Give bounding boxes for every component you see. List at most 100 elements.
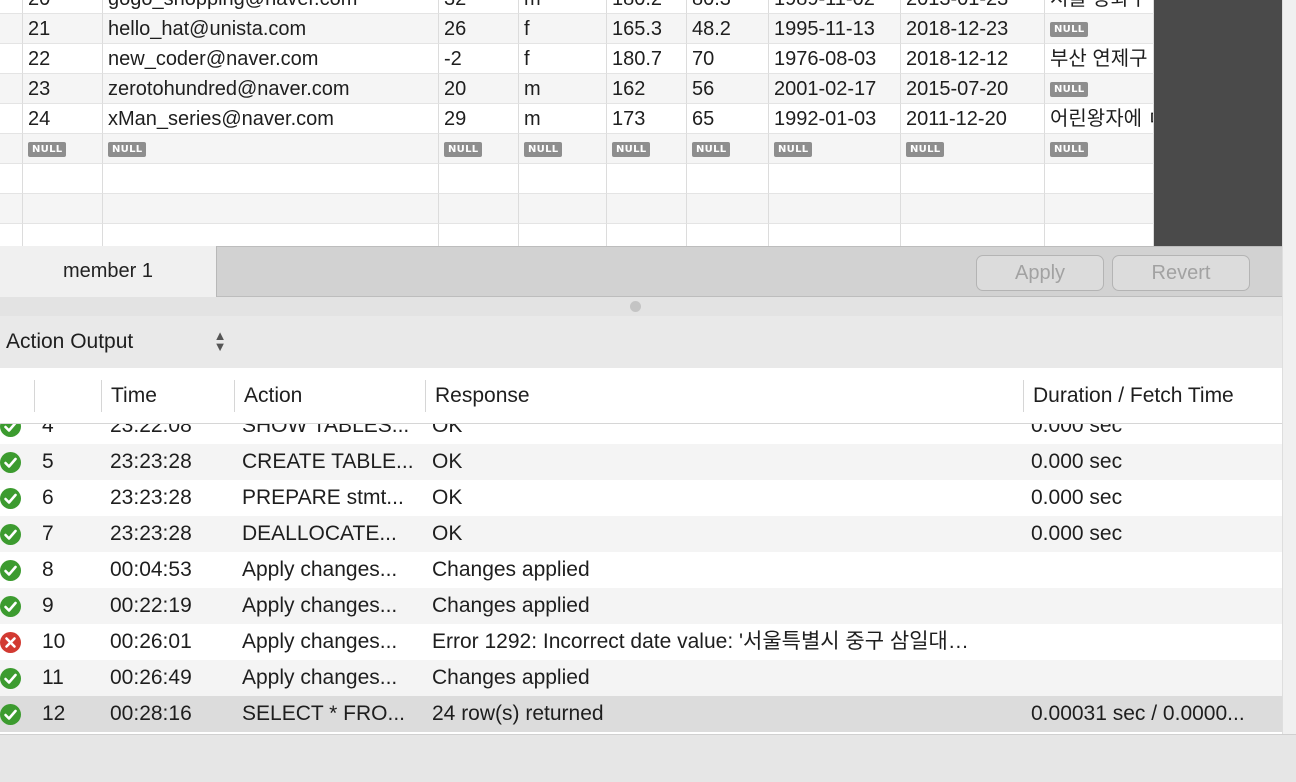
- grid-row[interactable]: [0, 194, 1282, 224]
- grid-cell-address[interactable]: 서울 광화구: [1045, 0, 1154, 14]
- grid-cell-age[interactable]: [439, 224, 519, 246]
- grid-cell-join-date[interactable]: 2011-12-20: [901, 104, 1045, 134]
- grid-cell-gender[interactable]: m: [519, 104, 607, 134]
- apply-button[interactable]: Apply: [976, 255, 1104, 291]
- grid-cell-weight[interactable]: [687, 194, 769, 224]
- grid-row[interactable]: 23 zerotohundred@naver.com 20 m 162 56 2001-02…: [0, 74, 1282, 104]
- output-row[interactable]: 4 23:22:08 SHOW TABLES... OK 0.000 sec: [0, 424, 1282, 444]
- grid-cell-height[interactable]: NULL: [607, 134, 687, 164]
- grid-cell-id[interactable]: NULL: [23, 134, 103, 164]
- grid-row[interactable]: [0, 224, 1282, 246]
- grid-cell-age[interactable]: [439, 194, 519, 224]
- grid-cell-join-date[interactable]: 2013-01-23: [901, 0, 1045, 14]
- grid-cell-age[interactable]: 32: [439, 0, 519, 14]
- grid-cell-birthday[interactable]: [769, 224, 901, 246]
- grid-cell-join-date[interactable]: 2015-07-20: [901, 74, 1045, 104]
- grid-cell-birthday[interactable]: [769, 194, 901, 224]
- grid-cell-weight[interactable]: [687, 164, 769, 194]
- grid-cell-id[interactable]: 21: [23, 14, 103, 44]
- grid-row-marker[interactable]: [0, 74, 23, 104]
- grid-cell-join-date[interactable]: [901, 164, 1045, 194]
- grid-cell-weight[interactable]: 80.3: [687, 0, 769, 14]
- grid-row-marker[interactable]: [0, 164, 23, 194]
- grid-cell-join-date[interactable]: NULL: [901, 134, 1045, 164]
- grid-cell-birthday[interactable]: 1995-11-13: [769, 14, 901, 44]
- grid-row-marker[interactable]: [0, 44, 23, 74]
- grid-cell-join-date[interactable]: [901, 194, 1045, 224]
- grid-cell-gender[interactable]: NULL: [519, 134, 607, 164]
- grid-cell-height[interactable]: 173: [607, 104, 687, 134]
- grid-row-marker[interactable]: [0, 134, 23, 164]
- grid-row[interactable]: 22 new_coder@naver.com -2 f 180.7 70 1976-08-0…: [0, 44, 1282, 74]
- output-table-body[interactable]: 4 23:22:08 SHOW TABLES... OK 0.000 sec 5 23:23…: [0, 424, 1282, 734]
- output-row[interactable]: 12 00:28:16 SELECT * FRO... 24 row(s) retur…: [0, 696, 1282, 732]
- grid-cell-address[interactable]: NULL: [1045, 134, 1154, 164]
- grid-row[interactable]: 24 xMan_series@naver.com 29 m 173 65 1992-01-0…: [0, 104, 1282, 134]
- tab-member-1[interactable]: member 1: [0, 246, 217, 297]
- revert-button[interactable]: Revert: [1112, 255, 1250, 291]
- splitter-handle-icon[interactable]: [630, 301, 641, 312]
- result-grid[interactable]: 20gogo_shopping@naver.com32m180.280.3198…: [0, 0, 1282, 246]
- grid-cell-email[interactable]: [103, 224, 439, 246]
- grid-row-marker[interactable]: [0, 0, 23, 14]
- grid-cell-id[interactable]: [23, 194, 103, 224]
- grid-row-marker[interactable]: [0, 194, 23, 224]
- grid-cell-height[interactable]: [607, 224, 687, 246]
- output-type-select[interactable]: Action Output: [0, 316, 240, 368]
- grid-row-marker[interactable]: [0, 224, 23, 246]
- column-header-action[interactable]: Action: [234, 380, 425, 412]
- grid-row[interactable]: 20gogo_shopping@naver.com32m180.280.3198…: [0, 0, 1282, 14]
- grid-cell-age[interactable]: 20: [439, 74, 519, 104]
- grid-cell-email[interactable]: gogo_shopping@naver.com: [103, 0, 439, 14]
- grid-cell-birthday[interactable]: NULL: [769, 134, 901, 164]
- vertical-scrollbar[interactable]: [1282, 0, 1296, 734]
- grid-cell-email[interactable]: xMan_series@naver.com: [103, 104, 439, 134]
- grid-row-marker[interactable]: [0, 104, 23, 134]
- grid-cell-email[interactable]: [103, 194, 439, 224]
- grid-cell-address[interactable]: NULL: [1045, 14, 1154, 44]
- grid-cell-age[interactable]: NULL: [439, 134, 519, 164]
- grid-cell-join-date[interactable]: 2018-12-12: [901, 44, 1045, 74]
- grid-cell-birthday[interactable]: 1992-01-03: [769, 104, 901, 134]
- chevron-up-down-icon[interactable]: ▲ ▼: [212, 329, 228, 354]
- grid-cell-gender[interactable]: [519, 164, 607, 194]
- grid-cell-height[interactable]: 165.3: [607, 14, 687, 44]
- column-header-status[interactable]: [34, 380, 101, 412]
- grid-cell-height[interactable]: [607, 194, 687, 224]
- panel-splitter[interactable]: [0, 297, 1282, 316]
- grid-cell-age[interactable]: 26: [439, 14, 519, 44]
- grid-row[interactable]: 21 hello_hat@unista.com 26 f 165.3 48.2 1995-1…: [0, 14, 1282, 44]
- output-row[interactable]: 11 00:26:49 Apply changes... Changes applie…: [0, 660, 1282, 696]
- grid-cell-email[interactable]: hello_hat@unista.com: [103, 14, 439, 44]
- grid-cell-weight[interactable]: 70: [687, 44, 769, 74]
- grid-row-marker[interactable]: [0, 14, 23, 44]
- grid-cell-join-date[interactable]: [901, 224, 1045, 246]
- grid-row[interactable]: [0, 164, 1282, 194]
- column-header-time[interactable]: Time: [101, 380, 235, 412]
- grid-cell-weight[interactable]: [687, 224, 769, 246]
- column-header-duration[interactable]: Duration / Fetch Time: [1023, 380, 1282, 412]
- grid-cell-address[interactable]: 부산 연제구: [1045, 44, 1154, 74]
- grid-cell-id[interactable]: 22: [23, 44, 103, 74]
- output-row[interactable]: 5 23:23:28 CREATE TABLE... OK 0.000 sec: [0, 444, 1282, 480]
- grid-cell-address[interactable]: NULL: [1045, 74, 1154, 104]
- column-header-response[interactable]: Response: [425, 380, 1023, 412]
- grid-cell-birthday[interactable]: 2001-02-17: [769, 74, 901, 104]
- grid-cell-age[interactable]: -2: [439, 44, 519, 74]
- grid-cell-id[interactable]: 20: [23, 0, 103, 14]
- output-row[interactable]: 10 00:26:01 Apply changes... Error 1292: In…: [0, 624, 1282, 660]
- grid-cell-weight[interactable]: 48.2: [687, 14, 769, 44]
- output-row[interactable]: 8 00:04:53 Apply changes... Changes applied: [0, 552, 1282, 588]
- grid-cell-birthday[interactable]: 1976-08-03: [769, 44, 901, 74]
- grid-cell-gender[interactable]: [519, 224, 607, 246]
- grid-cell-email[interactable]: new_coder@naver.com: [103, 44, 439, 74]
- output-row[interactable]: 6 23:23:28 PREPARE stmt... OK 0.000 sec: [0, 480, 1282, 516]
- grid-cell-email[interactable]: [103, 164, 439, 194]
- grid-cell-height[interactable]: [607, 164, 687, 194]
- output-row[interactable]: 7 23:23:28 DEALLOCATE... OK 0.000 sec: [0, 516, 1282, 552]
- grid-cell-height[interactable]: 162: [607, 74, 687, 104]
- grid-cell-address[interactable]: [1045, 164, 1154, 194]
- grid-cell-id[interactable]: [23, 224, 103, 246]
- grid-cell-age[interactable]: 29: [439, 104, 519, 134]
- grid-cell-gender[interactable]: [519, 194, 607, 224]
